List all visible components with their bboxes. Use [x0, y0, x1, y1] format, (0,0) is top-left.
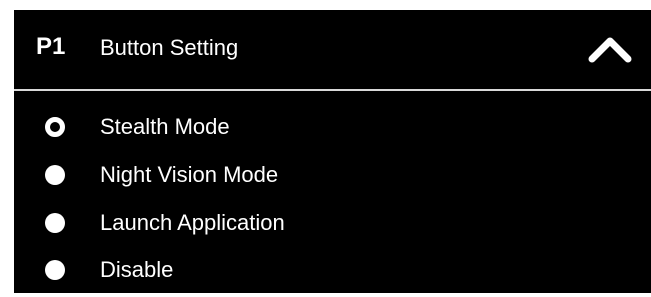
panel-title: Button Setting [100, 35, 239, 60]
radio-button[interactable] [45, 117, 65, 137]
radio-button[interactable] [45, 165, 65, 185]
option-label: Stealth Mode [100, 114, 230, 139]
button-setting-panel: P1 Button Setting Stealth Mode Night Vis… [14, 10, 651, 293]
option-launch-application[interactable]: Launch Application [14, 200, 651, 246]
chevron-up-icon[interactable] [587, 34, 633, 64]
profile-label: P1 [36, 33, 66, 60]
option-night-vision-mode[interactable]: Night Vision Mode [14, 152, 651, 198]
radio-button[interactable] [45, 260, 65, 280]
option-label: Launch Application [100, 210, 285, 235]
option-label: Night Vision Mode [100, 162, 279, 187]
radio-button[interactable] [45, 213, 65, 233]
option-stealth-mode[interactable]: Stealth Mode [14, 104, 651, 150]
button-setting-header[interactable]: P1 Button Setting [14, 10, 651, 89]
option-disable[interactable]: Disable [14, 247, 651, 293]
option-label: Disable [100, 257, 174, 282]
header-divider [14, 89, 651, 91]
